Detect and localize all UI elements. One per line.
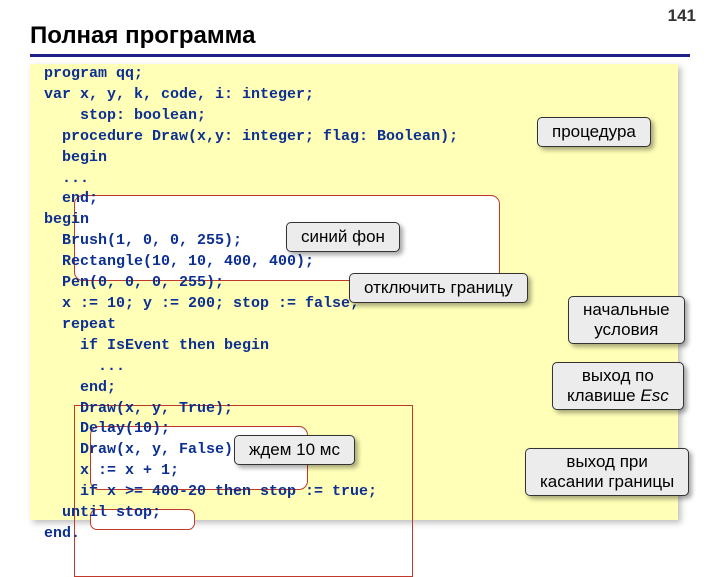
callout-line: условия: [594, 320, 658, 340]
code-line: end;: [30, 189, 678, 210]
callout-initial-conditions: начальные условия: [568, 296, 685, 344]
code-line: var x, y, k, code, i: integer;: [30, 85, 678, 106]
callout-line: касании границы: [540, 472, 674, 492]
page-title: Полная программа: [30, 22, 255, 50]
code-line: ...: [30, 169, 678, 190]
callout-line: выход по: [582, 366, 654, 386]
code-line: until stop;: [30, 503, 678, 524]
page-number: 141: [668, 6, 696, 26]
code-line: Rectangle(10, 10, 400, 400);: [30, 252, 678, 273]
code-line: program qq;: [30, 64, 678, 85]
title-underline: [30, 54, 690, 57]
callout-line: клавише Esc: [567, 386, 669, 406]
callout-line: начальные: [583, 300, 670, 320]
callout-exit-touch-border: выход при касании границы: [525, 448, 689, 496]
code-line: begin: [30, 148, 678, 169]
callout-exit-esc: выход по клавише Esc: [552, 362, 684, 410]
callout-blue-bg: синий фон: [286, 222, 400, 252]
code-line: end.: [30, 524, 678, 545]
callout-procedure: процедура: [537, 117, 651, 147]
callout-disable-border: отключить границу: [349, 273, 528, 303]
callout-line: выход при: [566, 452, 647, 472]
callout-wait-10ms: ждем 10 мс: [234, 435, 355, 465]
